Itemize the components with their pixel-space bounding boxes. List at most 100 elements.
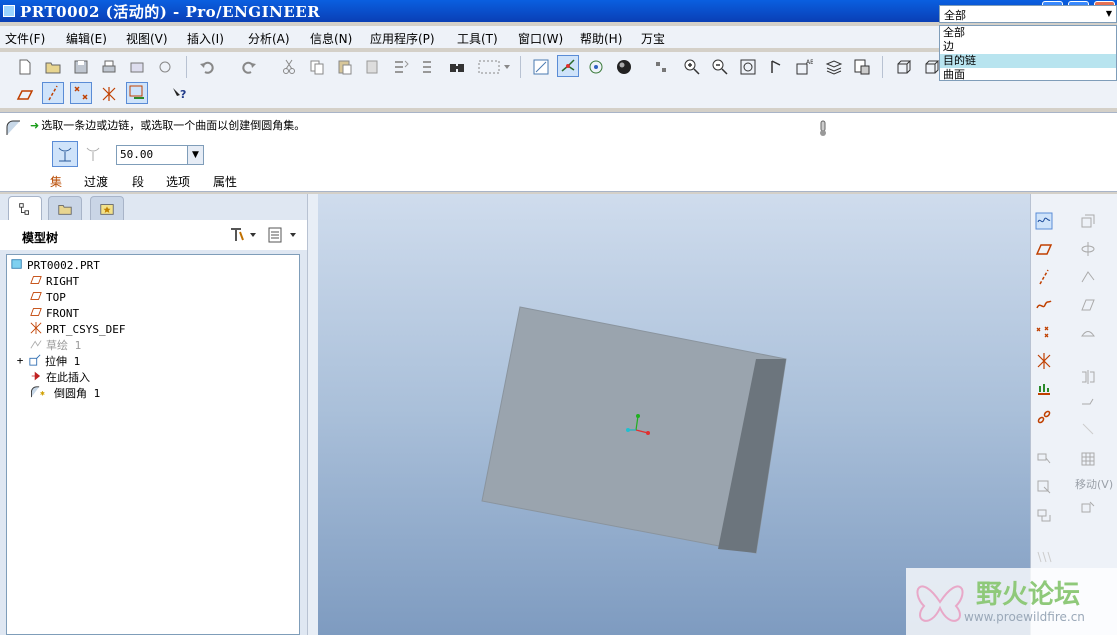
- trim-tool-icon[interactable]: [1077, 418, 1099, 440]
- layers-icon[interactable]: [823, 56, 845, 78]
- shell-tool-icon[interactable]: [1033, 504, 1055, 526]
- tab-options[interactable]: 选项: [166, 173, 190, 190]
- sweep-tool-icon[interactable]: [1077, 266, 1099, 288]
- show-menu-icon[interactable]: [266, 224, 300, 246]
- revolve-tool-icon[interactable]: [1077, 238, 1099, 260]
- print-icon[interactable]: [98, 56, 120, 78]
- mirror-tool-icon[interactable]: [1077, 366, 1099, 388]
- menu-edit[interactable]: 编辑(E): [66, 30, 107, 47]
- spin-center-icon[interactable]: [557, 55, 579, 77]
- menu-help[interactable]: 帮助(H): [580, 30, 622, 47]
- regenerate-icon[interactable]: [390, 56, 412, 78]
- menu-applications[interactable]: 应用程序(P): [370, 30, 435, 47]
- datum-plane-tool-icon[interactable]: [1033, 238, 1055, 260]
- tree-item-sketch[interactable]: 草绘 1: [29, 337, 81, 353]
- datum-axis-tool-icon[interactable]: [1033, 266, 1055, 288]
- tab-favorites[interactable]: [90, 196, 124, 220]
- appearance-icon[interactable]: [851, 56, 873, 78]
- reorient-icon[interactable]: [765, 56, 787, 78]
- tree-item-extrude[interactable]: + 拉伸 1: [15, 353, 81, 369]
- menu-wanbao[interactable]: 万宝: [641, 30, 665, 47]
- tree-item-front[interactable]: FRONT: [29, 305, 79, 321]
- menu-file[interactable]: 文件(F): [5, 30, 45, 47]
- zoom-in-icon[interactable]: [681, 56, 703, 78]
- tab-segments[interactable]: 段: [132, 173, 144, 190]
- menu-info[interactable]: 信息(N): [310, 30, 352, 47]
- menu-view[interactable]: 视图(V): [126, 30, 168, 47]
- datum-plane-display-icon[interactable]: [14, 83, 36, 105]
- radius-input[interactable]: 50.00 ▼: [116, 145, 204, 165]
- refit-icon[interactable]: [737, 56, 759, 78]
- context-help-icon[interactable]: ?: [168, 83, 190, 105]
- round-tool-icon[interactable]: [1033, 448, 1055, 470]
- csys-display-icon[interactable]: [98, 83, 120, 105]
- email-link-icon[interactable]: [154, 56, 176, 78]
- tree-item-top[interactable]: TOP: [29, 289, 66, 305]
- tab-transitions[interactable]: 过渡: [84, 173, 108, 190]
- repaint-icon[interactable]: [530, 56, 552, 78]
- redo-icon[interactable]: [238, 56, 260, 78]
- tree-item-round[interactable]: ✱ 倒圆角 1: [29, 385, 100, 401]
- find-icon[interactable]: [446, 56, 468, 78]
- datum-axis-display-icon[interactable]: [42, 82, 64, 104]
- tab-properties[interactable]: 属性: [213, 173, 237, 190]
- csys-tool-icon[interactable]: [1033, 350, 1055, 372]
- menu-analysis[interactable]: 分析(A): [248, 30, 290, 47]
- expand-plus-icon[interactable]: +: [15, 354, 25, 368]
- datum-point-display-icon[interactable]: [70, 82, 92, 104]
- tab-folder-browser[interactable]: [48, 196, 82, 220]
- move-label: 移动(V): [1075, 478, 1114, 491]
- radius-dropdown-icon[interactable]: ▼: [187, 146, 203, 164]
- filter-option-edge[interactable]: 边: [940, 40, 1116, 54]
- tab-sets[interactable]: 集: [50, 173, 62, 190]
- filter-option-surface[interactable]: 曲面: [940, 68, 1116, 82]
- full-round-icon[interactable]: [82, 143, 104, 165]
- shading-icon[interactable]: [613, 56, 635, 78]
- tree-item-right[interactable]: RIGHT: [29, 273, 79, 289]
- tree-item-csys[interactable]: PRT_CSYS_DEF: [29, 321, 125, 337]
- datum-curve-tool-icon[interactable]: [1033, 294, 1055, 316]
- open-file-icon[interactable]: [42, 56, 64, 78]
- rib-tool-icon[interactable]: [1033, 546, 1055, 568]
- datum-point-tool-icon[interactable]: [1033, 322, 1055, 344]
- chain-tool-icon[interactable]: [1033, 406, 1055, 428]
- filter-option-all[interactable]: 全部: [940, 26, 1116, 40]
- new-file-icon[interactable]: [14, 56, 36, 78]
- regen-manager-icon[interactable]: [418, 56, 440, 78]
- tab-model-tree[interactable]: [8, 196, 42, 220]
- save-icon[interactable]: [70, 56, 92, 78]
- boundary-blend-icon[interactable]: [1077, 322, 1099, 344]
- tree-item-part[interactable]: PRT0002.PRT: [10, 257, 100, 273]
- cut-icon[interactable]: [278, 56, 300, 78]
- menu-window[interactable]: 窗口(W): [518, 30, 563, 47]
- move-tool-icon[interactable]: [1077, 496, 1099, 518]
- orient-mode-icon[interactable]: [585, 56, 607, 78]
- select-box-icon[interactable]: [476, 56, 512, 78]
- tree-settings-icon[interactable]: [228, 224, 260, 246]
- analysis-feature-icon[interactable]: [1033, 378, 1055, 400]
- copy-icon[interactable]: [306, 56, 328, 78]
- constant-round-icon[interactable]: [52, 141, 78, 167]
- undo-icon[interactable]: [196, 56, 218, 78]
- paste-special-icon[interactable]: [362, 56, 384, 78]
- sketch-tool-icon[interactable]: [1033, 210, 1055, 232]
- menu-tools[interactable]: 工具(T): [457, 30, 498, 47]
- blend-tool-icon[interactable]: [1077, 294, 1099, 316]
- chevron-down-icon[interactable]: ▼: [1103, 7, 1115, 21]
- pattern-tool-icon[interactable]: [1077, 448, 1099, 470]
- saved-views-icon[interactable]: AB: [793, 56, 815, 78]
- email-icon[interactable]: [126, 56, 148, 78]
- menu-insert[interactable]: 插入(I): [187, 30, 224, 47]
- paste-icon[interactable]: [334, 56, 356, 78]
- selection-filter[interactable]: 全部 ▼: [939, 5, 1117, 23]
- hole-tool-icon[interactable]: [1077, 210, 1099, 232]
- draft-tool-icon[interactable]: [1033, 476, 1055, 498]
- annotation-display-icon[interactable]: [126, 82, 148, 104]
- offset-tool-icon[interactable]: [1077, 392, 1099, 414]
- zoom-out-icon[interactable]: [709, 56, 731, 78]
- view-manager-icon[interactable]: [650, 56, 672, 78]
- panel-splitter[interactable]: [307, 194, 318, 635]
- filter-option-intent-chain[interactable]: 目的链: [940, 54, 1116, 68]
- wireframe-icon[interactable]: [893, 56, 915, 78]
- tree-item-insert-here[interactable]: 在此插入: [29, 369, 90, 385]
